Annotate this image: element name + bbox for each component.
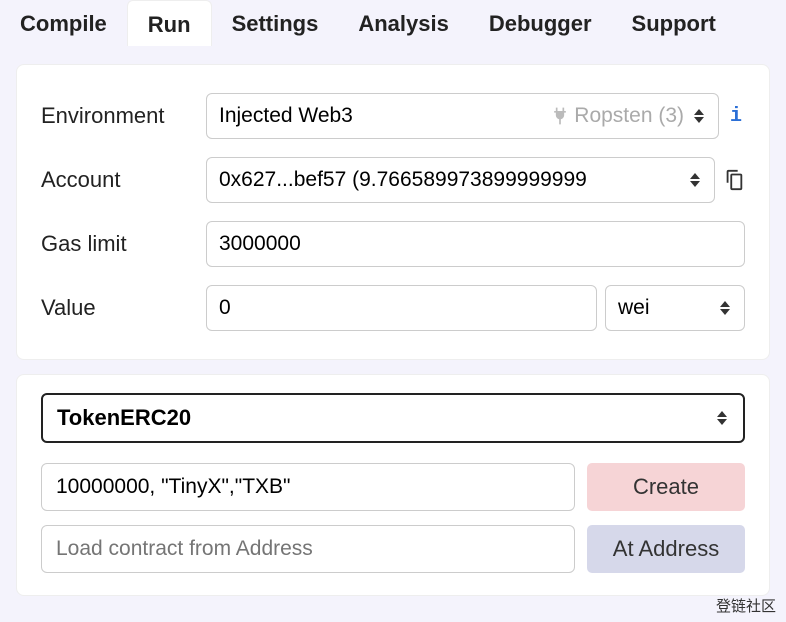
at-address-button[interactable]: At Address — [587, 525, 745, 573]
value-input[interactable] — [219, 286, 584, 330]
environment-value: Injected Web3 — [219, 104, 550, 128]
value-unit-label: wei — [618, 296, 650, 320]
environment-row: Environment Injected Web3 Ropsten (3) i — [41, 93, 745, 139]
tab-compile[interactable]: Compile — [0, 0, 127, 46]
deploy-panel: TokenERC20 Create At Address — [16, 374, 770, 596]
constructor-args-input[interactable] — [41, 463, 575, 511]
chevron-updown-icon — [690, 173, 702, 187]
create-button[interactable]: Create — [587, 463, 745, 511]
chevron-updown-icon — [717, 411, 729, 425]
value-unit-select[interactable]: wei — [605, 285, 745, 331]
plug-icon — [550, 106, 570, 126]
create-row: Create — [41, 463, 745, 511]
tab-analysis[interactable]: Analysis — [338, 0, 469, 46]
value-row: Value wei — [41, 285, 745, 331]
tab-settings[interactable]: Settings — [212, 0, 339, 46]
info-icon[interactable]: i — [727, 105, 745, 128]
gaslimit-input-wrap — [206, 221, 745, 267]
watermark-text: 登链社区 — [716, 595, 776, 616]
chevron-updown-icon — [694, 109, 706, 123]
contract-selected-name: TokenERC20 — [57, 405, 191, 431]
run-config-panel: Environment Injected Web3 Ropsten (3) i … — [16, 64, 770, 360]
gaslimit-input[interactable] — [219, 222, 732, 266]
value-label: Value — [41, 295, 206, 321]
tab-debugger[interactable]: Debugger — [469, 0, 612, 46]
chevron-updown-icon — [720, 301, 732, 315]
tab-bar: Compile Run Settings Analysis Debugger S… — [0, 0, 786, 46]
tab-run[interactable]: Run — [127, 0, 212, 46]
environment-label: Environment — [41, 103, 206, 129]
account-value: 0x627...bef57 (9.766589973899999999 — [219, 168, 686, 192]
environment-select[interactable]: Injected Web3 Ropsten (3) — [206, 93, 719, 139]
account-row: Account 0x627...bef57 (9.766589973899999… — [41, 157, 745, 203]
account-select[interactable]: 0x627...bef57 (9.766589973899999999 — [206, 157, 715, 203]
ataddress-row: At Address — [41, 525, 745, 573]
value-input-wrap — [206, 285, 597, 331]
tab-support[interactable]: Support — [612, 0, 736, 46]
load-address-input[interactable] — [41, 525, 575, 573]
copy-icon[interactable] — [723, 169, 745, 191]
environment-network: Ropsten (3) — [574, 104, 684, 128]
gaslimit-row: Gas limit — [41, 221, 745, 267]
gaslimit-label: Gas limit — [41, 231, 206, 257]
contract-select[interactable]: TokenERC20 — [41, 393, 745, 443]
account-label: Account — [41, 167, 206, 193]
